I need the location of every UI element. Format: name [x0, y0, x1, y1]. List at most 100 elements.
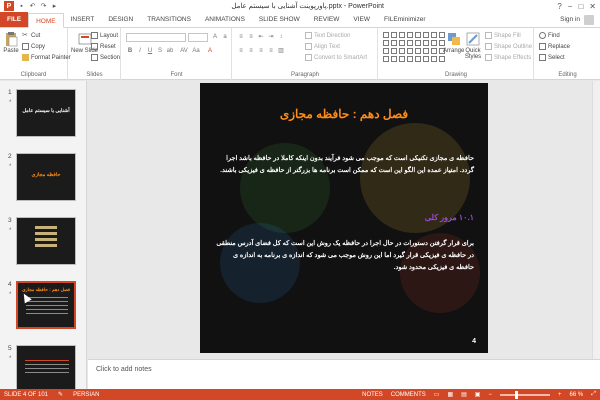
slideshow-view-icon[interactable]: ▣: [475, 391, 481, 398]
tab-design[interactable]: DESIGN: [101, 12, 140, 27]
tab-file[interactable]: FILE: [0, 12, 29, 27]
vertical-scrollbar[interactable]: [592, 81, 600, 359]
font-size-dropdown[interactable]: [188, 33, 208, 42]
zoom-slider-handle[interactable]: [515, 390, 519, 399]
close-button[interactable]: ✕: [589, 2, 596, 11]
reset-button[interactable]: Reset: [91, 43, 116, 50]
slide-thumbnail[interactable]: آشنایی با سیستم عامل: [16, 89, 76, 137]
scissors-icon: ✂: [22, 32, 28, 39]
arrange-button[interactable]: Arrange: [443, 31, 464, 54]
section-button[interactable]: Section: [91, 54, 120, 61]
thumbnail-row[interactable]: 3 *: [4, 217, 84, 273]
numbering-icon[interactable]: ≡: [247, 33, 255, 41]
shadow-icon[interactable]: S: [156, 47, 164, 55]
slide-thumbnail[interactable]: حافظه مجازی: [16, 153, 76, 201]
copy-button[interactable]: Copy: [22, 43, 45, 50]
minimize-button[interactable]: −: [568, 2, 573, 11]
change-case-icon[interactable]: Aa: [192, 47, 200, 55]
notes-pane[interactable]: Click to add notes: [88, 359, 600, 389]
slide-paragraph[interactable]: حافظه ی مجازی تکنیکی است که موجب می شود …: [214, 153, 474, 177]
font-color-icon[interactable]: A: [206, 47, 214, 55]
format-painter-button[interactable]: Format Painter: [22, 54, 71, 61]
start-slideshow-icon[interactable]: ▸: [51, 3, 58, 10]
sign-in-label[interactable]: Sign in: [560, 12, 580, 27]
underline-icon[interactable]: U: [146, 47, 154, 55]
tab-animations[interactable]: ANIMATIONS: [198, 12, 252, 27]
slide-sorter-icon[interactable]: ▦: [447, 391, 453, 398]
justify-icon[interactable]: ≡: [267, 47, 275, 55]
notes-button[interactable]: NOTES: [362, 392, 383, 398]
zoom-out-button[interactable]: −: [488, 392, 492, 398]
align-center-icon[interactable]: ≡: [247, 47, 255, 55]
replace-button[interactable]: Replace: [539, 43, 570, 50]
thumbnail-row[interactable]: 1 * آشنایی با سیستم عامل: [4, 89, 84, 145]
title-bar: P ▪ ↶ ↷ ▸ پاورپوینت آشنایی با سیستم عامل…: [0, 0, 600, 12]
shrink-font-icon[interactable]: a: [221, 33, 229, 41]
shape-fill-button[interactable]: Shape Fill: [485, 32, 521, 39]
align-left-icon[interactable]: ≡: [237, 47, 245, 55]
font-name-dropdown[interactable]: [126, 33, 186, 42]
tab-fileminimizer[interactable]: FILEminimizer: [377, 12, 433, 27]
thumbnail-row[interactable]: 2 * حافظه مجازی: [4, 153, 84, 209]
normal-view-icon[interactable]: ▭: [434, 391, 440, 398]
save-icon[interactable]: ▪: [18, 3, 25, 10]
tab-review[interactable]: REVIEW: [307, 12, 347, 27]
reading-view-icon[interactable]: ▤: [461, 391, 467, 398]
redo-icon[interactable]: ↷: [40, 3, 47, 10]
fit-slide-icon[interactable]: ⤢: [591, 391, 596, 398]
select-arrow-icon: [539, 54, 546, 61]
notes-placeholder[interactable]: Click to add notes: [96, 366, 152, 373]
text-direction-label: Text Direction: [314, 32, 351, 39]
sign-in[interactable]: Sign in: [560, 12, 600, 27]
tab-view[interactable]: VIEW: [346, 12, 377, 27]
increase-indent-icon[interactable]: ⇥: [267, 33, 275, 41]
slide-thumbnail[interactable]: [16, 345, 76, 393]
spell-check-icon[interactable]: ✎: [58, 391, 63, 398]
comments-button[interactable]: COMMENTS: [391, 392, 426, 398]
align-right-icon[interactable]: ≡: [257, 47, 265, 55]
paste-button[interactable]: Paste: [3, 31, 19, 54]
zoom-level[interactable]: 66 %: [570, 392, 584, 398]
columns-icon[interactable]: ▥: [277, 47, 285, 55]
align-text-button[interactable]: Align Text: [305, 43, 340, 50]
italic-icon[interactable]: I: [136, 47, 144, 55]
shape-effects-button[interactable]: Shape Effects: [485, 54, 531, 61]
bullets-icon[interactable]: ≡: [237, 33, 245, 41]
tab-home[interactable]: HOME: [28, 13, 64, 28]
slide-heading[interactable]: فصل دهم : حافظه مجازی: [210, 107, 478, 121]
language-indicator[interactable]: PERSIAN: [73, 392, 99, 398]
spacing-icon[interactable]: AV: [180, 47, 188, 55]
avatar[interactable]: [584, 14, 594, 25]
slide-subheading[interactable]: ۱۰.۱ مرور کلی: [425, 213, 474, 222]
decrease-indent-icon[interactable]: ⇤: [257, 33, 265, 41]
layout-button[interactable]: Layout: [91, 32, 118, 39]
zoom-slider[interactable]: [499, 390, 550, 399]
select-button[interactable]: Select: [539, 54, 565, 61]
text-direction-button[interactable]: Text Direction: [305, 32, 350, 39]
help-button[interactable]: ?: [557, 2, 561, 11]
line-spacing-icon[interactable]: ↕: [277, 33, 285, 41]
bold-icon[interactable]: B: [126, 47, 134, 55]
slide-paragraph[interactable]: برای قرار گرفتن دستورات در حال اجرا در ح…: [214, 238, 474, 274]
tab-transitions[interactable]: TRANSITIONS: [140, 12, 198, 27]
thumbnail-row[interactable]: 4 * فصل دهم : حافظه مجازی: [4, 281, 84, 337]
undo-icon[interactable]: ↶: [29, 3, 36, 10]
tab-slide-show[interactable]: SLIDE SHOW: [252, 12, 307, 27]
shapes-gallery[interactable]: [383, 32, 445, 64]
zoom-in-button[interactable]: +: [558, 392, 562, 398]
shape-outline-button[interactable]: Shape Outline: [485, 43, 532, 50]
shape-fill-label: Shape Fill: [494, 32, 521, 39]
slides-label: Slides: [86, 72, 103, 78]
slide-thumbnail-selected[interactable]: فصل دهم : حافظه مجازی: [16, 281, 76, 329]
quick-styles-button[interactable]: Quick Styles: [463, 31, 483, 60]
strikethrough-icon[interactable]: ab: [166, 47, 174, 55]
maximize-button[interactable]: □: [578, 2, 583, 11]
current-slide[interactable]: فصل دهم : حافظه مجازی حافظه ی مجازی تکنی…: [200, 83, 488, 353]
ribbon-tabs: FILE HOME INSERT DESIGN TRANSITIONS ANIM…: [0, 12, 600, 28]
grow-font-icon[interactable]: A: [211, 33, 219, 41]
convert-smartart-button[interactable]: Convert to SmartArt: [305, 54, 367, 61]
tab-insert[interactable]: INSERT: [64, 12, 102, 27]
find-button[interactable]: Find: [539, 32, 560, 39]
cut-button[interactable]: ✂ Cut: [22, 32, 40, 39]
slide-thumbnail[interactable]: [16, 217, 76, 265]
